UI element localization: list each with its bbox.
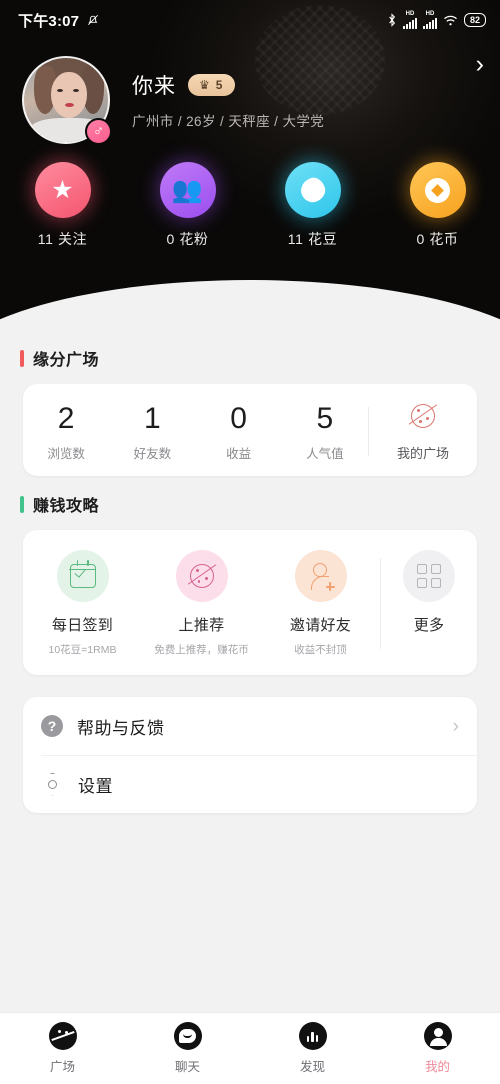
profile-info: 你来 ♛ 5 广州市 / 26岁 / 天秤座 / 大学党	[132, 70, 324, 130]
tab-label: 发现	[299, 1060, 325, 1074]
planet-icon	[48, 1022, 77, 1050]
plaza-stat-earnings[interactable]: 0 收益	[196, 401, 282, 462]
bean-icon	[284, 162, 341, 218]
planet-icon	[408, 401, 438, 431]
earn-item-invite[interactable]: 邀请好友 收益不封顶	[261, 550, 380, 657]
planet-icon	[175, 550, 228, 602]
gender-badge: ♂	[85, 118, 112, 145]
tab-profile[interactable]: 我的	[375, 1022, 500, 1075]
stat-value: 0	[230, 401, 247, 435]
status-bar-right: HD HD 82	[387, 11, 486, 29]
grid-icon	[403, 550, 455, 602]
profile-header: 下午3:07 HD HD 82 ♂ 你来 ♛ 5 广州市 / 26岁 / 天秤座…	[0, 0, 500, 330]
main-content: 缘分广场 2 浏览数 1 好友数 0 收益 5 人气值 我的广场 赚钱攻略 每日…	[0, 330, 500, 823]
people-icon: 👥	[159, 162, 216, 218]
stat-value: 2	[57, 401, 75, 435]
earn-item-sub: 10花豆=1RMB	[48, 644, 117, 656]
plaza-stat-popularity[interactable]: 5 人气值	[282, 401, 368, 462]
tab-chat[interactable]: 聊天	[125, 1022, 250, 1075]
bluetooth-icon	[389, 13, 396, 27]
question-circle-icon: ?	[41, 715, 63, 737]
stat-label: 浏览数	[47, 447, 85, 461]
earn-section-title: 赚钱攻略	[0, 476, 500, 516]
signal-bars-2	[422, 18, 437, 29]
wifi-icon	[444, 15, 457, 25]
profile-meta: 广州市 / 26岁 / 天秤座 / 大学党	[132, 114, 325, 129]
status-bar-left: 下午3:07	[18, 10, 100, 31]
header-stat-beans[interactable]: 11 花豆	[250, 162, 375, 249]
calendar-check-icon	[56, 550, 109, 602]
header-stat-label: 11 花豆	[287, 231, 338, 247]
profile-row[interactable]: ♂ 你来 ♛ 5 广州市 / 26岁 / 天秤座 / 大学党	[0, 40, 500, 145]
signal-1: HD	[402, 11, 417, 29]
earn-item-checkin[interactable]: 每日签到 10花豆=1RMB	[23, 550, 142, 657]
stat-label: 收益	[226, 447, 252, 461]
section-accent-bar	[20, 349, 24, 367]
plaza-stats-card: 2 浏览数 1 好友数 0 收益 5 人气值 我的广场	[23, 384, 477, 476]
earn-item-label: 每日签到	[51, 617, 114, 634]
header-stat-follow[interactable]: ★ 11 关注	[0, 162, 125, 249]
plaza-section-title: 缘分广场	[0, 330, 500, 370]
profile-name-row: 你来 ♛ 5	[132, 70, 324, 100]
plaza-stat-friends[interactable]: 1 好友数	[109, 401, 195, 462]
earn-item-label: 更多	[413, 617, 445, 634]
settings-hex-icon	[41, 772, 64, 796]
battery-indicator: 82	[463, 13, 486, 27]
header-stat-label: 0 花币	[416, 231, 459, 247]
plaza-stat-views[interactable]: 2 浏览数	[23, 401, 109, 462]
tab-label: 广场	[49, 1060, 75, 1074]
earn-item-more[interactable]: 更多	[381, 550, 477, 657]
signal-bars-1	[402, 18, 417, 29]
status-bar: 下午3:07 HD HD 82	[0, 0, 500, 40]
menu-item-help[interactable]: ? 帮助与反馈 ›	[23, 697, 477, 755]
chat-icon	[173, 1022, 202, 1050]
stat-label: 人气值	[306, 447, 344, 461]
bell-muted-icon	[88, 15, 99, 25]
chevron-right-icon: ›	[452, 715, 459, 737]
earn-item-sub: 免费上推荐，赚花币	[154, 644, 249, 656]
tab-plaza[interactable]: 广场	[0, 1022, 125, 1075]
profile-icon	[423, 1022, 452, 1050]
my-plaza-label: 我的广场	[396, 446, 449, 461]
header-stat-fans[interactable]: 👥 0 花粉	[125, 162, 250, 249]
level-badge[interactable]: ♛ 5	[188, 74, 236, 96]
person-add-icon	[294, 550, 347, 602]
section-title-text: 赚钱攻略	[33, 498, 100, 515]
star-icon: ★	[34, 162, 91, 218]
avatar-wrapper[interactable]: ♂	[22, 56, 112, 145]
status-time: 下午3:07	[18, 12, 80, 30]
profile-chevron-icon[interactable]: ›	[476, 52, 484, 77]
coin-icon	[409, 162, 466, 218]
earn-guide-card: 每日签到 10花豆=1RMB 上推荐 免费上推荐，赚花币 邀请好友 收益不封顶	[23, 530, 477, 675]
hd-label-1: HD	[405, 11, 415, 17]
signal-2: HD	[422, 11, 437, 29]
stat-value: 1	[144, 401, 161, 435]
stat-value: 5	[316, 401, 334, 435]
tab-label: 聊天	[174, 1060, 200, 1074]
menu-item-settings[interactable]: 设置	[23, 755, 477, 813]
profile-name: 你来	[132, 75, 176, 98]
earn-item-label: 上推荐	[178, 617, 225, 634]
earn-item-label: 邀请好友	[289, 617, 352, 634]
menu-item-label: 帮助与反馈	[77, 718, 165, 738]
header-stat-label: 0 花粉	[166, 231, 209, 247]
section-accent-bar	[20, 495, 24, 513]
settings-menu: ? 帮助与反馈 › 设置	[23, 697, 477, 813]
tab-discover[interactable]: 发现	[250, 1022, 375, 1075]
my-plaza-entry[interactable]: 我的广场	[369, 401, 477, 462]
header-stat-label: 11 关注	[37, 231, 88, 247]
earn-item-sub: 收益不封顶	[294, 644, 347, 656]
header-stats: ★ 11 关注 👥 0 花粉 11 花豆 0 花币	[0, 162, 500, 249]
bottom-tab-bar: 广场 聊天 发现 我的	[0, 1012, 500, 1084]
earn-item-recommend[interactable]: 上推荐 免费上推荐，赚花币	[142, 550, 261, 657]
menu-item-label: 设置	[78, 776, 113, 796]
discover-chart-icon	[298, 1022, 327, 1050]
header-stat-coins[interactable]: 0 花币	[375, 162, 500, 249]
level-value: 5	[215, 78, 223, 92]
tab-label: 我的	[424, 1060, 450, 1074]
stat-label: 好友数	[133, 447, 172, 461]
hd-label-2: HD	[425, 11, 435, 17]
crown-icon: ♛	[199, 78, 210, 92]
section-title-text: 缘分广场	[33, 352, 100, 369]
